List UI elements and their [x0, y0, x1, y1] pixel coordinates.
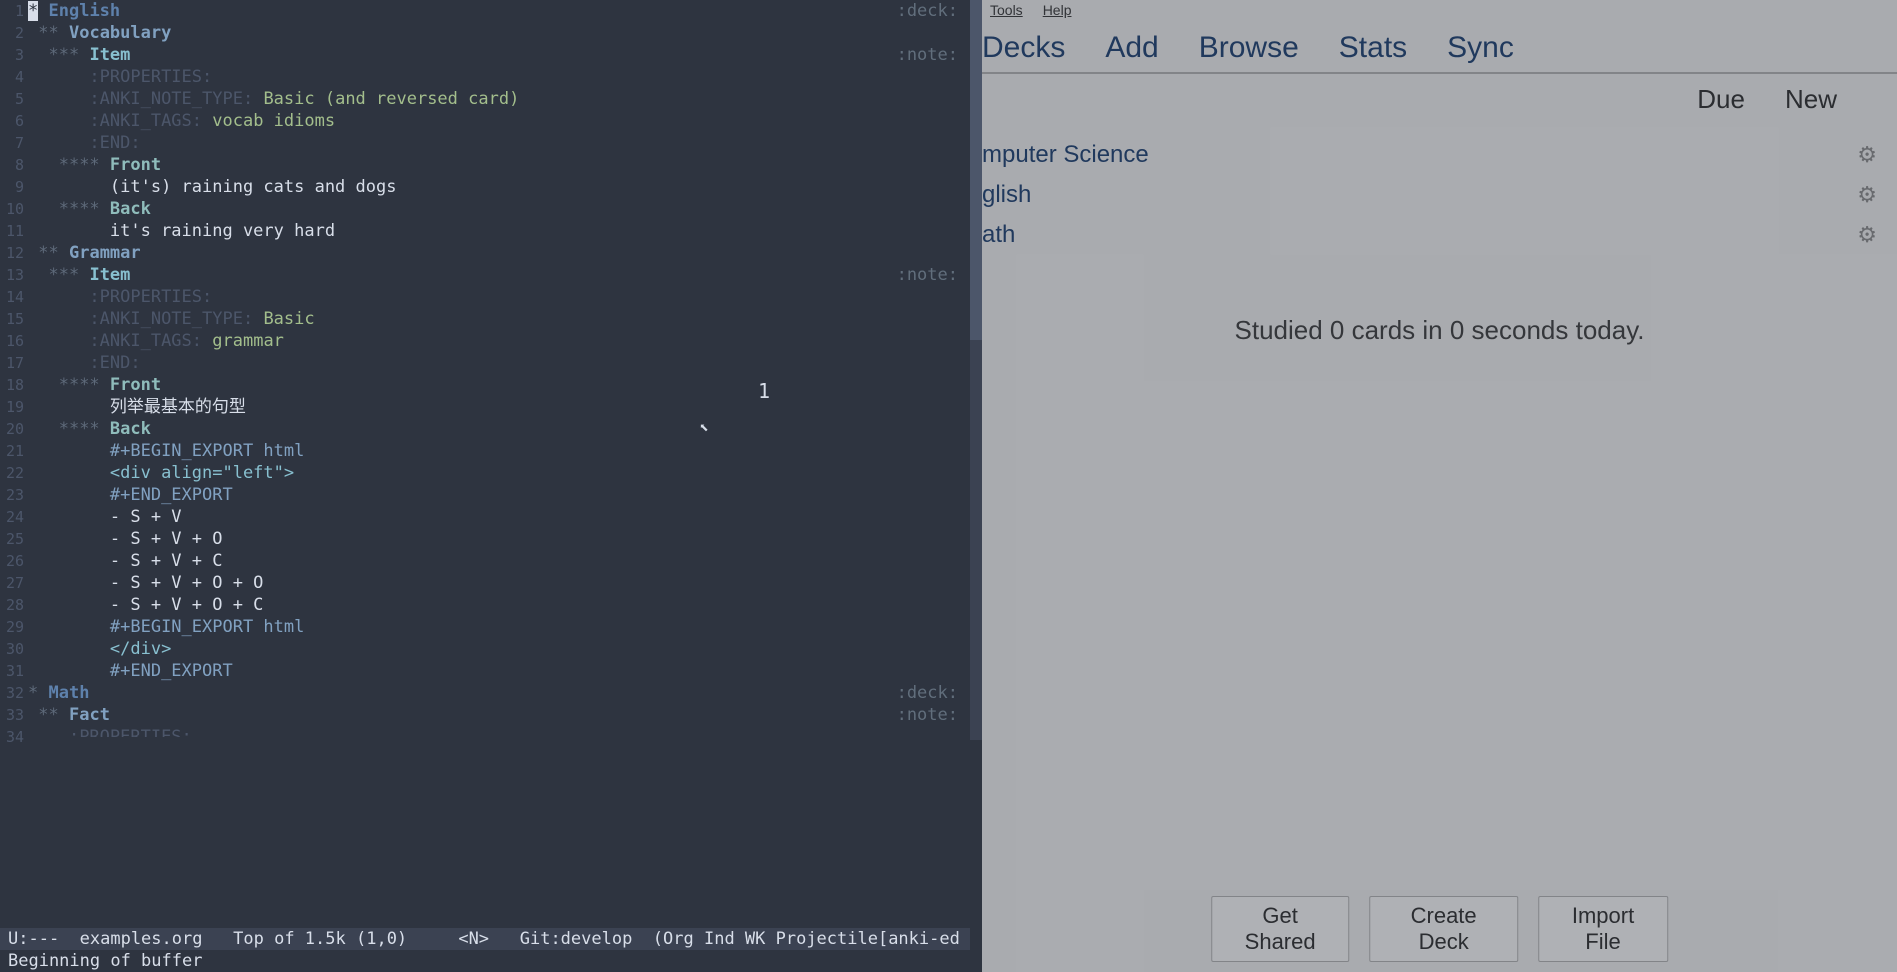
html-div-close: </div>	[110, 639, 171, 659]
deck-columns: Due New	[982, 74, 1897, 125]
tab-bar: Decks Add Browse Stats Sync	[982, 24, 1897, 74]
heading-english: English	[49, 1, 121, 21]
tag-note: :note:	[897, 264, 970, 286]
tag-deck: :deck:	[897, 0, 970, 22]
deck-row[interactable]: mputer Science ⚙	[982, 135, 1897, 175]
prop-tags-key: :ANKI_TAGS:	[89, 331, 202, 351]
col-due: Due	[1697, 84, 1745, 115]
editor-pane: 1 2 3 4 5 6 7 8 9 10 11 12 13 14 15 16 1…	[0, 0, 970, 972]
tag-note: :note:	[897, 704, 970, 726]
properties-end: :END:	[89, 353, 140, 373]
mode-line: U:--- examples.org Top of 1.5k (1,0) <N>…	[0, 928, 970, 950]
deck-row[interactable]: glish ⚙	[982, 175, 1897, 215]
gear-icon[interactable]: ⚙	[1857, 222, 1877, 248]
heading-item: Item	[89, 265, 130, 285]
tab-decks[interactable]: Decks	[982, 31, 1065, 65]
heading-fact: Fact	[69, 705, 110, 725]
prop-tags-key: :ANKI_TAGS:	[89, 111, 202, 131]
front-content: (it's) raining cats and dogs	[110, 177, 397, 197]
anki-window: Tools Help Decks Add Browse Stats Sync D…	[982, 0, 1897, 972]
export-end: #+END_EXPORT	[110, 661, 233, 681]
deck-name[interactable]: mputer Science	[982, 141, 1857, 169]
list-item: - S + V + O + O	[110, 573, 264, 593]
heading-back: Back	[110, 419, 151, 439]
study-status: Studied 0 cards in 0 seconds today.	[982, 315, 1897, 346]
html-div-open: <div align="left">	[110, 463, 294, 483]
properties-begin: :PROPERTIES:	[69, 727, 192, 737]
scrollbar-thumb[interactable]	[970, 0, 982, 340]
prop-note-type-key: :ANKI_NOTE_TYPE:	[89, 89, 253, 109]
list-item: - S + V	[110, 507, 182, 527]
menu-bar: Tools Help	[982, 0, 1897, 24]
footer-buttons: Get Shared Create Deck Import File	[1211, 896, 1669, 962]
export-begin: #+BEGIN_EXPORT html	[110, 441, 304, 461]
get-shared-button[interactable]: Get Shared	[1211, 896, 1350, 962]
tab-browse[interactable]: Browse	[1199, 31, 1299, 65]
heading-front: Front	[110, 375, 161, 395]
list-item: - S + V + O	[110, 529, 223, 549]
col-new: New	[1785, 84, 1837, 115]
heading-front: Front	[110, 155, 161, 175]
prop-note-type-value: Basic	[263, 309, 314, 329]
minibuffer: Beginning of buffer	[0, 950, 970, 972]
gear-icon[interactable]: ⚙	[1857, 182, 1877, 208]
list-item: - S + V + O + C	[110, 595, 264, 615]
scrollbar[interactable]	[970, 0, 982, 740]
heading-grammar: Grammar	[69, 243, 141, 263]
prop-tags-value: grammar	[212, 331, 284, 351]
prop-note-type-key: :ANKI_NOTE_TYPE:	[89, 309, 253, 329]
heading-back: Back	[110, 199, 151, 219]
deck-name[interactable]: glish	[982, 181, 1857, 209]
menu-tools[interactable]: Tools	[990, 2, 1023, 22]
code-area[interactable]: * English:deck: ** Vocabulary *** Item:n…	[28, 0, 970, 737]
export-begin: #+BEGIN_EXPORT html	[110, 617, 304, 637]
tab-stats[interactable]: Stats	[1339, 31, 1407, 65]
properties-begin: :PROPERTIES:	[89, 287, 212, 307]
tab-sync[interactable]: Sync	[1447, 31, 1514, 65]
list-item: - S + V + C	[110, 551, 223, 571]
heading-item: Item	[89, 45, 130, 65]
prop-tags-value: vocab idioms	[212, 111, 335, 131]
tag-note: :note:	[897, 44, 970, 66]
front-content: 列举最基本的句型	[110, 397, 246, 417]
heading-vocabulary: Vocabulary	[69, 23, 171, 43]
prop-note-type-value: Basic (and reversed card)	[263, 89, 519, 109]
export-end: #+END_EXPORT	[110, 485, 233, 505]
gear-icon[interactable]: ⚙	[1857, 142, 1877, 168]
import-file-button[interactable]: Import File	[1538, 896, 1668, 962]
menu-help[interactable]: Help	[1043, 2, 1072, 22]
deck-name[interactable]: ath	[982, 221, 1857, 249]
overlay-hint: 1	[758, 380, 770, 402]
line-number-gutter: 1 2 3 4 5 6 7 8 9 10 11 12 13 14 15 16 1…	[0, 0, 28, 972]
deck-list: mputer Science ⚙ glish ⚙ ath ⚙	[982, 125, 1897, 255]
tag-deck: :deck:	[897, 682, 970, 704]
back-content: it's raining very hard	[110, 221, 335, 241]
properties-end: :END:	[89, 133, 140, 153]
heading-math: Math	[49, 683, 90, 703]
deck-row[interactable]: ath ⚙	[982, 215, 1897, 255]
properties-begin: :PROPERTIES:	[89, 67, 212, 87]
tab-add[interactable]: Add	[1105, 31, 1158, 65]
create-deck-button[interactable]: Create Deck	[1370, 896, 1518, 962]
